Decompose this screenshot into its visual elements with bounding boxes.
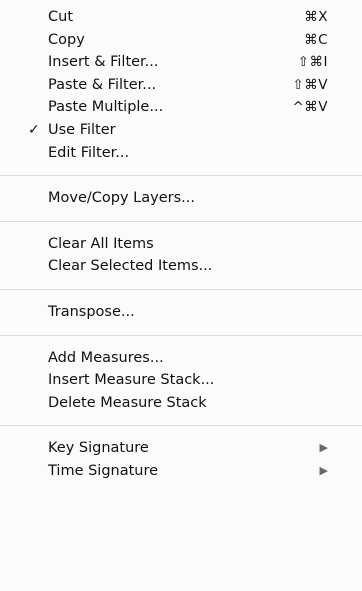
menu-item-insert-and-filter[interactable]: Insert & Filter... ⇧⌘I	[0, 51, 362, 74]
menu-separator	[0, 220, 362, 222]
menu-item-label: Cut	[48, 9, 73, 25]
menu-separator	[0, 425, 362, 427]
shortcut-label: ⌘C	[304, 31, 328, 48]
menu-item-label: Time Signature	[48, 462, 159, 479]
checkmark-icon: ✓	[28, 121, 40, 138]
menu-item-label: Transpose...	[48, 303, 135, 320]
shortcut-label: ⌘X	[304, 9, 328, 25]
menu-separator	[0, 334, 362, 336]
menu-item-key-signature[interactable]: Key Signature ▶	[0, 437, 362, 460]
menu-item-label: Key Signature	[48, 440, 149, 457]
menu-item-paste-multiple[interactable]: Paste Multiple... ^⌘V	[0, 96, 362, 119]
submenu-arrow-icon: ▶	[319, 463, 328, 477]
menu-item-clear-all-items[interactable]: Clear All Items	[0, 233, 362, 256]
menu-item-time-signature[interactable]: Time Signature ▶	[0, 460, 362, 483]
menu-item-label: Clear Selected Items...	[48, 258, 213, 275]
shortcut-label: ⇧⌘I	[297, 54, 328, 71]
menu-item-label: Use Filter	[48, 121, 116, 138]
shortcut-label: ^⌘V	[292, 99, 328, 116]
menu-item-label: Delete Measure Stack	[48, 394, 207, 411]
menu-item-paste-and-filter[interactable]: Paste & Filter... ⇧⌘V	[0, 74, 362, 97]
menu-separator	[0, 175, 362, 177]
menu-separator	[0, 288, 362, 290]
menu-item-label: Insert Measure Stack...	[48, 372, 215, 389]
edit-menu: Cut ⌘X Copy ⌘C Insert & Filter... ⇧⌘I Pa…	[0, 0, 362, 591]
menu-item-label: Clear All Items	[48, 235, 154, 252]
menu-item-label: Paste & Filter...	[48, 76, 157, 93]
menu-item-clear-selected-items[interactable]: Clear Selected Items...	[0, 255, 362, 278]
menu-item-use-filter[interactable]: ✓ Use Filter	[0, 119, 362, 142]
menu-item-cut[interactable]: Cut ⌘X	[0, 6, 362, 29]
menu-item-label: Copy	[48, 31, 85, 48]
menu-item-label: Edit Filter...	[48, 144, 130, 161]
menu-item-label: Move/Copy Layers...	[48, 190, 195, 207]
menu-item-transpose[interactable]: Transpose...	[0, 301, 362, 324]
shortcut-label: ⇧⌘V	[292, 76, 328, 93]
menu-item-label: Insert & Filter...	[48, 54, 159, 71]
menu-item-copy[interactable]: Copy ⌘C	[0, 29, 362, 52]
menu-item-insert-measure-stack[interactable]: Insert Measure Stack...	[0, 369, 362, 392]
menu-item-label: Add Measures...	[48, 349, 164, 366]
menu-item-move-copy-layers[interactable]: Move/Copy Layers...	[0, 187, 362, 210]
submenu-arrow-icon: ▶	[319, 441, 328, 455]
menu-item-edit-filter[interactable]: Edit Filter...	[0, 142, 362, 165]
menu-item-label: Paste Multiple...	[48, 99, 164, 116]
menu-item-add-measures[interactable]: Add Measures...	[0, 347, 362, 370]
menu-item-delete-measure-stack[interactable]: Delete Measure Stack	[0, 392, 362, 415]
